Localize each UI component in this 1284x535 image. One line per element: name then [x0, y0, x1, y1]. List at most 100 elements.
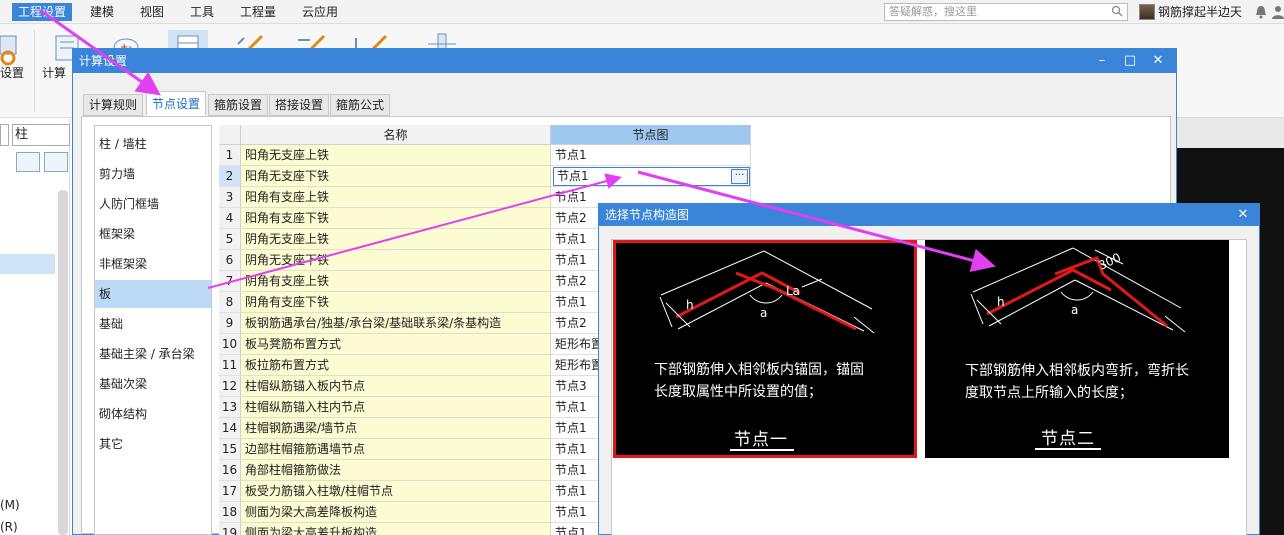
row-name-cell[interactable]: 柱帽纵筋锚入柱内节点 [241, 397, 551, 418]
avatar[interactable] [1139, 4, 1155, 20]
row-number[interactable]: 19 [219, 523, 241, 535]
node-2-title: 节点二 [1041, 429, 1095, 449]
node-cell-editor[interactable]: 节点1 ··· [553, 167, 750, 186]
category-item[interactable]: 人防门框墙 [95, 190, 211, 218]
node-cell-value: 节点1 [557, 169, 589, 183]
node-option-1[interactable]: h a La 下部钢筋伸入相邻板内锚固，锚固 长度取属性中所设置的值； 节点一 [613, 240, 917, 458]
category-item[interactable]: 基础次梁 [95, 370, 211, 398]
row-number[interactable]: 8 [219, 292, 241, 313]
close-button[interactable]: ✕ [1144, 49, 1172, 73]
background-filter-input[interactable]: 柱 [12, 124, 70, 146]
category-item[interactable]: 框架梁 [95, 220, 211, 248]
tab-stirrup-formula[interactable]: 箍筋公式 [330, 94, 391, 116]
list-view-icon[interactable] [16, 152, 40, 172]
row-name-cell[interactable]: 柱帽纵筋锚入板内节点 [241, 376, 551, 397]
row-number[interactable]: 6 [219, 250, 241, 271]
node-1-diagram: h a La [659, 250, 875, 334]
row-number[interactable]: 1 [219, 145, 241, 166]
row-number[interactable]: 12 [219, 376, 241, 397]
category-item[interactable]: 剪力墙 [95, 160, 211, 188]
node-1-label-h: h [686, 298, 694, 312]
node-option-2[interactable]: h a 300 下部钢筋伸入相邻板内弯折，弯折长 度取节点上所输入的长度； 节点… [925, 240, 1229, 458]
user-name[interactable]: 钢筋撑起半边天 [1158, 4, 1242, 20]
tab-lap-settings[interactable]: 搭接设置 [269, 94, 330, 116]
row-name-cell[interactable]: 阴角无支座下铁 [241, 250, 551, 271]
ribbon-calc-label: 计算 [42, 66, 67, 80]
row-name-cell[interactable]: 侧面为梁大高差降板构造 [241, 502, 551, 523]
menu-view[interactable]: 视图 [134, 3, 170, 21]
row-number[interactable]: 15 [219, 439, 241, 460]
detail-view-icon[interactable] [44, 152, 68, 172]
category-item[interactable]: 其它 [95, 430, 211, 458]
node-picker-dialog: 选择节点构造图 ✕ h a La 下部钢筋伸入相邻板内锚固，锚固 长度取属性中所… [598, 203, 1260, 535]
browse-node-button[interactable]: ··· [731, 169, 748, 184]
background-right-strip [1176, 118, 1284, 148]
row-name-cell[interactable]: 板马凳筋布置方式 [241, 334, 551, 355]
search-input[interactable]: 答疑解惑，搜这里 [884, 3, 1128, 21]
dialog-title: 计算设置 [73, 49, 1176, 73]
tab-node-settings[interactable]: 节点设置 [146, 91, 207, 116]
background-list-item[interactable]: (M) [0, 498, 20, 512]
row-number[interactable]: 17 [219, 481, 241, 502]
menu-tools[interactable]: 工具 [184, 3, 220, 21]
row-number[interactable]: 5 [219, 229, 241, 250]
ribbon-settings-label: 设置 [0, 66, 25, 80]
picker-close-button[interactable]: ✕ [1229, 204, 1257, 226]
row-number[interactable]: 13 [219, 397, 241, 418]
tab-stirrup-settings[interactable]: 箍筋设置 [208, 94, 269, 116]
category-item[interactable]: 柱 / 墙柱 [95, 130, 211, 158]
row-number[interactable]: 2 [219, 166, 241, 187]
menu-cloud[interactable]: 云应用 [296, 3, 344, 21]
row-name-cell[interactable]: 角部柱帽箍筋做法 [241, 460, 551, 481]
bell-icon[interactable] [1255, 5, 1267, 19]
row-number[interactable]: 9 [219, 313, 241, 334]
row-number[interactable]: 4 [219, 208, 241, 229]
row-number[interactable]: 10 [219, 334, 241, 355]
row-name-cell[interactable]: 板受力筋锚入柱墩/柱帽节点 [241, 481, 551, 502]
node-2-label-dim: 300 [1096, 250, 1123, 272]
row-name-cell[interactable]: 侧面为梁大高差升板构造 [241, 523, 551, 535]
node-1-label-a: a [760, 306, 767, 320]
row-number[interactable]: 14 [219, 418, 241, 439]
tab-calc-rules[interactable]: 计算规则 [83, 94, 144, 116]
background-left-field[interactable] [0, 124, 9, 146]
search-placeholder: 答疑解惑，搜这里 [889, 5, 977, 18]
menu-project-settings[interactable]: 工程设置 [12, 3, 73, 21]
menu-quantities[interactable]: 工程量 [234, 3, 282, 21]
background-scrollbar[interactable] [58, 190, 68, 535]
category-item[interactable]: 基础 [95, 310, 211, 338]
search-icon[interactable] [1111, 5, 1123, 17]
row-name-cell[interactable]: 阴角无支座上铁 [241, 229, 551, 250]
row-number[interactable]: 3 [219, 187, 241, 208]
row-name-cell[interactable]: 板拉筋布置方式 [241, 355, 551, 376]
row-name-cell[interactable]: 边部柱帽箍筋遇墙节点 [241, 439, 551, 460]
row-name-cell[interactable]: 阳角有支座下铁 [241, 208, 551, 229]
row-number[interactable]: 11 [219, 355, 241, 376]
node-1-description-line2: 长度取属性中所设置的值； [654, 384, 822, 400]
header-name[interactable]: 名称 [241, 125, 551, 145]
category-item[interactable]: 基础主梁 / 承台梁 [95, 340, 211, 368]
row-node-cell[interactable]: 节点1 [551, 145, 751, 166]
maximize-button[interactable]: □ [1116, 49, 1144, 73]
picker-title: 选择节点构造图 [599, 204, 1259, 226]
category-list: 柱 / 墙柱 剪力墙 人防门框墙 框架梁 非框架梁 板 基础 基础主梁 / 承台… [94, 125, 212, 535]
background-selected-row[interactable] [0, 254, 55, 274]
row-name-cell[interactable]: 板钢筋遇承台/独基/承台梁/基础联系梁/条基构造 [241, 313, 551, 334]
category-item[interactable]: 非框架梁 [95, 250, 211, 278]
row-name-cell[interactable]: 阳角有支座上铁 [241, 187, 551, 208]
category-item[interactable]: 砌体结构 [95, 400, 211, 428]
row-number[interactable]: 7 [219, 271, 241, 292]
background-list-item[interactable]: (R) [0, 520, 18, 534]
minimize-button[interactable]: – [1088, 49, 1116, 73]
row-name-cell[interactable]: 阴角有支座上铁 [241, 271, 551, 292]
row-name-cell[interactable]: 阳角无支座下铁 [241, 166, 551, 187]
row-number[interactable]: 18 [219, 502, 241, 523]
row-number[interactable]: 16 [219, 460, 241, 481]
user-icon[interactable] [1272, 5, 1284, 19]
header-node-diagram[interactable]: 节点图 [551, 125, 751, 145]
row-name-cell[interactable]: 阴角有支座下铁 [241, 292, 551, 313]
row-name-cell[interactable]: 柱帽钢筋遇梁/墙节点 [241, 418, 551, 439]
row-name-cell[interactable]: 阳角无支座上铁 [241, 145, 551, 166]
category-item-slab[interactable]: 板 [95, 280, 211, 308]
menu-modeling[interactable]: 建模 [84, 3, 120, 21]
